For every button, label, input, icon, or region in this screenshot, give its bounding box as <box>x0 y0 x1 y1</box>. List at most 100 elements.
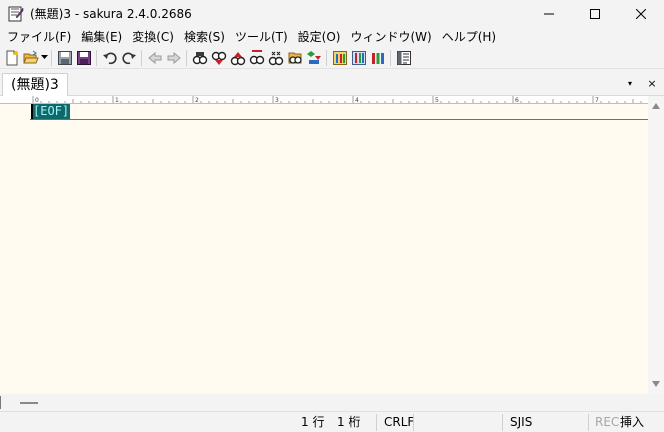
scroll-down-icon[interactable] <box>652 380 660 388</box>
ruler-label: 7 <box>595 97 599 104</box>
menu-bar: ファイル(F) 編集(E) 変換(C) 検索(S) ツール(T) 設定(O) ウ… <box>0 27 664 47</box>
status-divider <box>376 414 377 431</box>
ruler-label: 5 <box>435 97 439 104</box>
open-folder-icon <box>22 50 39 63</box>
menu-search[interactable]: 検索(S) <box>179 27 230 47</box>
horizontal-scrollbar[interactable] <box>0 394 664 411</box>
undo-button[interactable] <box>100 48 119 67</box>
save-all-button[interactable] <box>74 48 93 67</box>
save-button[interactable] <box>55 48 74 67</box>
open-recent-dropdown[interactable] <box>40 48 48 67</box>
bookmark-button[interactable] <box>304 48 323 67</box>
save-icon <box>57 50 72 65</box>
status-insert-mode[interactable]: 挿入 <box>620 412 644 432</box>
redo-icon <box>121 52 136 64</box>
settings-type-button[interactable] <box>349 48 368 67</box>
search-clear-button[interactable] <box>266 48 285 67</box>
outline-icon <box>396 50 411 65</box>
toolbar-separator <box>186 49 187 66</box>
tab-list-button[interactable]: ▾ <box>622 75 638 91</box>
toolbar-separator <box>96 49 97 66</box>
status-bar: 1 行 1 桁 CRLF SJIS REC 挿入 <box>0 411 664 432</box>
minimize-button[interactable] <box>526 0 572 27</box>
jump-forward-icon <box>167 51 181 64</box>
sakura-app-icon[interactable] <box>8 6 24 22</box>
menu-settings[interactable]: 設定(O) <box>293 27 346 47</box>
status-divider <box>413 414 414 431</box>
search-next-icon <box>211 51 226 65</box>
cursor-line-underline <box>30 119 648 120</box>
undo-icon <box>102 52 117 64</box>
ruler-label: 1 <box>115 97 119 104</box>
settings-common-icon <box>332 50 347 65</box>
menu-help[interactable]: ヘルプ(H) <box>437 27 501 47</box>
search-button[interactable] <box>190 48 209 67</box>
minimize-icon <box>544 13 554 14</box>
scroll-up-icon[interactable] <box>652 102 660 110</box>
settings-type-icon <box>351 50 366 65</box>
maximize-button[interactable] <box>572 0 618 27</box>
ruler-label: 4 <box>355 97 359 104</box>
status-divider <box>502 414 503 431</box>
ruler-label: 6 <box>515 97 519 104</box>
menu-tools[interactable]: ツール(T) <box>230 27 293 47</box>
new-file-icon <box>6 50 18 65</box>
ruler-label: 2 <box>195 97 199 104</box>
close-button[interactable] <box>618 0 664 27</box>
settings-common-button[interactable] <box>330 48 349 67</box>
new-file-button[interactable] <box>2 48 21 67</box>
menu-edit[interactable]: 編集(E) <box>76 27 127 47</box>
search-clear-icon <box>268 51 283 65</box>
menu-window[interactable]: ウィンドウ(W) <box>345 27 436 47</box>
window-title: (無題)3 - sakura 2.4.0.2686 <box>30 7 192 21</box>
settings-font-icon <box>371 52 384 64</box>
editor-area[interactable]: [EOF] <box>0 104 648 394</box>
replace-button[interactable] <box>247 48 266 67</box>
eof-marker: [EOF] <box>32 104 71 119</box>
tab-untitled-3[interactable]: (無題)3 <box>2 73 68 96</box>
ruler-label: 0 <box>35 97 39 104</box>
search-prev-button[interactable] <box>228 48 247 67</box>
jump-back-button[interactable] <box>145 48 164 67</box>
tab-close-button[interactable]: × <box>644 75 660 91</box>
jump-back-icon <box>147 51 161 64</box>
horizontal-scroll-thumb[interactable] <box>20 402 38 404</box>
open-file-button[interactable] <box>21 48 40 67</box>
toolbar <box>0 47 664 69</box>
jump-forward-button[interactable] <box>164 48 183 67</box>
tab-bar: (無題)3 ▾ × <box>0 70 664 96</box>
close-icon: × <box>647 76 657 90</box>
vertical-scrollbar[interactable] <box>648 96 664 394</box>
menu-convert[interactable]: 変換(C) <box>127 27 179 47</box>
settings-font-button[interactable] <box>368 48 387 67</box>
status-column: 1 桁 <box>337 415 361 429</box>
status-divider <box>588 414 589 431</box>
title-bar: (無題)3 - sakura 2.4.0.2686 <box>0 0 664 27</box>
search-icon <box>192 51 207 64</box>
menu-file[interactable]: ファイル(F) <box>2 27 76 47</box>
redo-button[interactable] <box>119 48 138 67</box>
status-line: 1 行 <box>301 415 325 429</box>
dropdown-icon <box>40 55 48 59</box>
search-next-button[interactable] <box>209 48 228 67</box>
ruler-ticks: 0 1 2 3 4 5 6 7 <box>32 96 642 104</box>
text-caret <box>31 104 33 119</box>
split-handle[interactable] <box>0 396 4 409</box>
replace-icon <box>249 49 264 64</box>
grep-icon <box>288 52 302 64</box>
status-eol[interactable]: CRLF <box>384 412 414 432</box>
grep-button[interactable] <box>285 48 304 67</box>
toolbar-separator <box>390 49 391 66</box>
status-rec: REC <box>595 415 620 429</box>
save-all-icon <box>76 50 91 65</box>
toolbar-separator <box>326 49 327 66</box>
maximize-icon <box>590 8 600 19</box>
outline-button[interactable] <box>394 48 413 67</box>
chevron-down-icon: ▾ <box>627 78 632 88</box>
bookmark-icon <box>306 50 321 64</box>
column-ruler: 0 1 2 3 4 5 6 7 <box>0 96 648 104</box>
status-encoding[interactable]: SJIS <box>510 412 532 432</box>
search-prev-icon <box>230 51 245 65</box>
close-icon <box>636 8 646 19</box>
toolbar-separator <box>141 49 142 66</box>
